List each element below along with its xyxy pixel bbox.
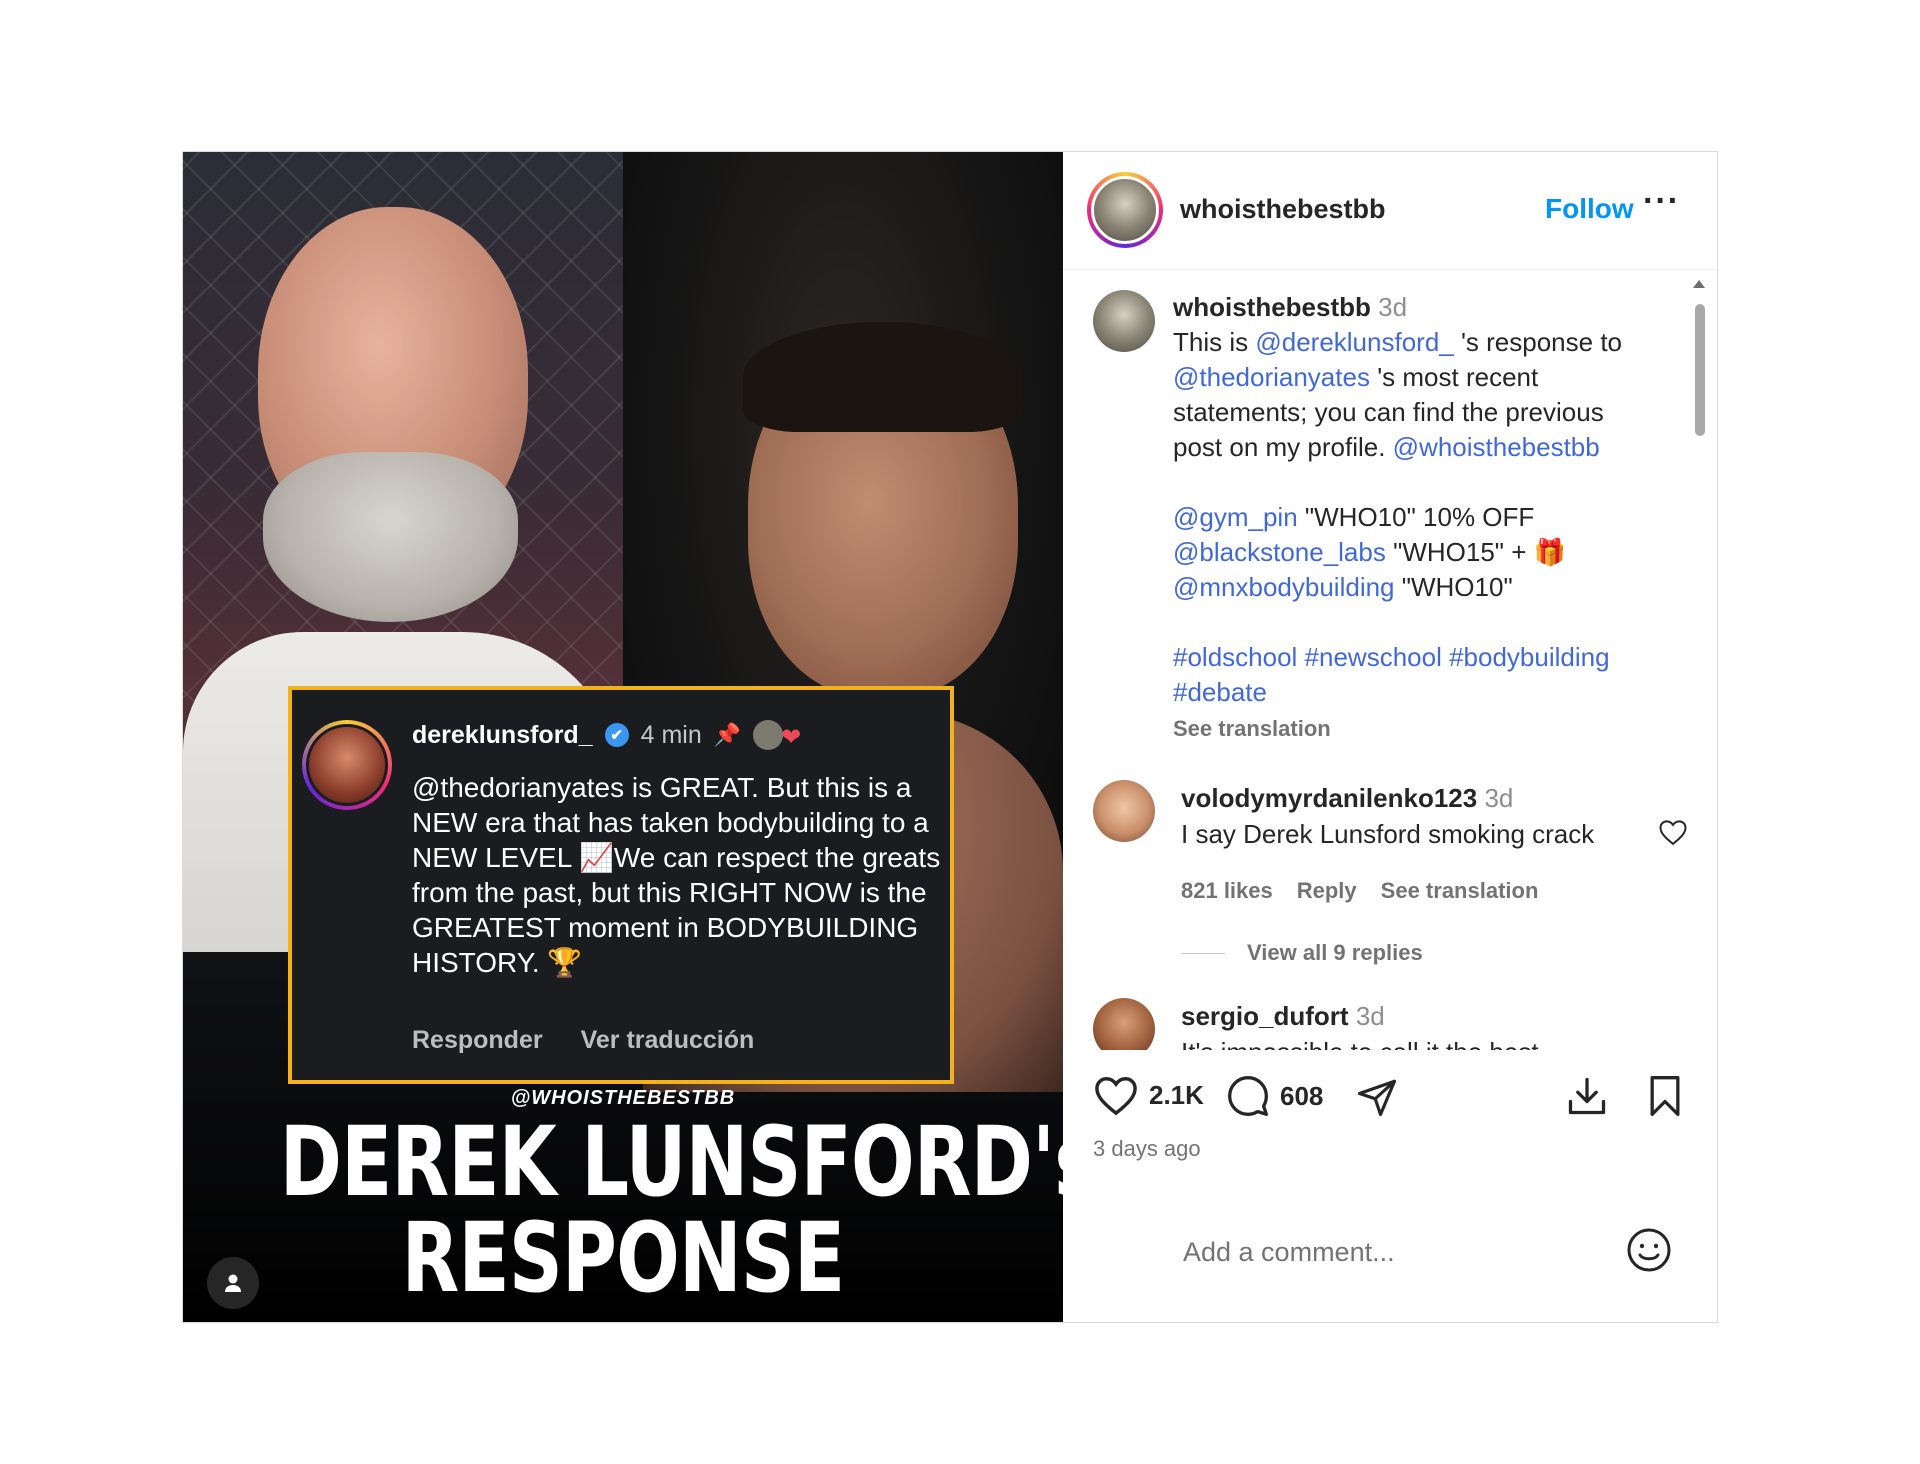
headline-line-1: DEREK LUNSFORD's bbox=[279, 1106, 1063, 1218]
like-group: 2.1K bbox=[1093, 1074, 1204, 1116]
emoji-button[interactable] bbox=[1625, 1226, 1673, 1279]
caption-avatar[interactable] bbox=[1093, 290, 1155, 352]
comment-count[interactable]: 608 bbox=[1280, 1081, 1323, 1112]
scroll-up-arrow-icon[interactable] bbox=[1693, 280, 1705, 288]
overlay-comment-text: @thedorianyates is GREAT. But this is a … bbox=[412, 772, 941, 978]
pin-icon: 📌 bbox=[713, 722, 742, 747]
overlay-reply-label: Responder bbox=[412, 1026, 543, 1054]
promo-handle-link[interactable]: @blackstone_labs bbox=[1173, 537, 1386, 567]
header-avatar[interactable] bbox=[1087, 172, 1163, 248]
caption-username[interactable]: whoisthebestbb bbox=[1173, 292, 1371, 322]
headline: DEREK LUNSFORD's RESPONSE bbox=[279, 1106, 1063, 1314]
share-paper-plane-icon bbox=[1357, 1079, 1397, 1117]
mention-link[interactable]: @dereklunsford_ bbox=[1255, 327, 1453, 357]
promo-handle-link[interactable]: @gym_pin bbox=[1173, 502, 1298, 532]
person-right-hair bbox=[743, 322, 1023, 432]
bookmark-icon bbox=[1650, 1076, 1680, 1116]
share-button[interactable] bbox=[1355, 1076, 1399, 1118]
save-button[interactable] bbox=[1645, 1074, 1685, 1118]
view-replies-label: View all 9 replies bbox=[1247, 940, 1423, 965]
comment-text: I say Derek Lunsford smoking crack bbox=[1181, 819, 1595, 849]
promo-text: "WHO10" bbox=[1394, 572, 1513, 602]
comment-username[interactable]: volodymyrdanilenko123 bbox=[1181, 783, 1477, 813]
comment-bubble-icon bbox=[1228, 1076, 1268, 1116]
headline-line-2: RESPONSE bbox=[401, 1202, 846, 1314]
post-container: dereklunsford_ ✔ 4 min 📌 ❤ @thedorianyat… bbox=[182, 151, 1718, 1323]
caption-time: 3d bbox=[1378, 292, 1408, 322]
comment-time: 3d bbox=[1484, 783, 1514, 813]
promo-handle-link[interactable]: @mnxbodybuilding bbox=[1173, 572, 1395, 602]
comment-time: 3d bbox=[1355, 1001, 1385, 1031]
caption-see-translation[interactable]: See translation bbox=[1173, 716, 1331, 741]
comment-likes[interactable]: 821 likes bbox=[1181, 878, 1273, 904]
scrollbar-thumb[interactable] bbox=[1695, 304, 1705, 436]
mention-link[interactable]: @thedorianyates bbox=[1173, 362, 1370, 392]
heart-icon: ❤ bbox=[781, 723, 802, 751]
comment-text: It's impossible to call it the best bbox=[1181, 1037, 1539, 1050]
emoji-smiley-icon bbox=[1627, 1228, 1671, 1272]
comment-username[interactable]: sergio_dufort bbox=[1181, 1001, 1349, 1031]
overlay-comment-header: dereklunsford_ ✔ 4 min 📌 ❤ bbox=[412, 720, 815, 751]
overlay-comment-card: dereklunsford_ ✔ 4 min 📌 ❤ @thedorianyat… bbox=[288, 686, 954, 1084]
comment-reply-button[interactable]: Reply bbox=[1297, 878, 1357, 904]
mention-link[interactable]: @whoisthebestbb bbox=[1393, 432, 1600, 462]
like-button[interactable] bbox=[1093, 1074, 1139, 1116]
replies-divider bbox=[1181, 952, 1225, 954]
comment-group: 608 bbox=[1226, 1074, 1323, 1118]
comment-like-button[interactable] bbox=[1658, 818, 1688, 854]
comment-text-block: volodymyrdanilenko123 3d I say Derek Lun… bbox=[1181, 780, 1621, 852]
heart-outline-icon bbox=[1659, 820, 1687, 846]
promo-text: "WHO15" + 🎁 bbox=[1385, 537, 1567, 567]
post-header: whoisthebestbb Follow ··· bbox=[1063, 152, 1717, 270]
creator-liked-avatar bbox=[753, 720, 784, 750]
overlay-comment-time: 4 min bbox=[640, 720, 702, 749]
comment-see-translation[interactable]: See translation bbox=[1381, 878, 1539, 904]
overlay-translate-label: Ver traducción bbox=[580, 1026, 755, 1054]
comment-avatar[interactable] bbox=[1093, 780, 1155, 842]
post-side-panel: whoisthebestbb Follow ··· whoisthebestbb… bbox=[1063, 152, 1717, 1322]
follow-button[interactable]: Follow bbox=[1545, 193, 1634, 225]
caption-text-prefix: This is bbox=[1173, 327, 1256, 357]
person-icon bbox=[225, 1274, 241, 1292]
overlay-comment-username: dereklunsford_ bbox=[412, 720, 593, 749]
heart-icon bbox=[1095, 1077, 1137, 1116]
download-icon bbox=[1568, 1077, 1606, 1115]
hashtags-link[interactable]: #oldschool #newschool #bodybuilding #deb… bbox=[1173, 642, 1610, 707]
comment-text-block: sergio_dufort 3d It's impossible to call… bbox=[1181, 998, 1621, 1050]
verified-badge-icon: ✔ bbox=[604, 723, 629, 747]
comment-button[interactable] bbox=[1226, 1074, 1270, 1118]
post-media[interactable]: dereklunsford_ ✔ 4 min 📌 ❤ @thedorianyat… bbox=[183, 152, 1063, 1322]
add-comment-input[interactable] bbox=[1181, 1228, 1605, 1276]
download-button[interactable] bbox=[1565, 1074, 1609, 1118]
tagged-people-button[interactable] bbox=[207, 1257, 259, 1309]
like-count[interactable]: 2.1K bbox=[1149, 1080, 1204, 1111]
more-options-button[interactable]: ··· bbox=[1643, 182, 1680, 221]
view-replies-button[interactable]: View all 9 replies bbox=[1181, 940, 1423, 966]
caption-text-mid1: 's response to bbox=[1453, 327, 1623, 357]
add-comment-bar bbox=[1063, 1182, 1717, 1323]
person-left-beard bbox=[263, 452, 518, 622]
comment-avatar[interactable] bbox=[1093, 998, 1155, 1050]
header-username[interactable]: whoisthebestbb bbox=[1180, 194, 1386, 225]
promo-text: "WHO10" 10% OFF bbox=[1297, 502, 1535, 532]
overlay-comment-actions: Responder Ver traducción bbox=[412, 1026, 754, 1055]
overlay-comment-avatar bbox=[302, 720, 392, 810]
comments-scroll-area[interactable]: whoisthebestbb 3d This is @dereklunsford… bbox=[1063, 270, 1717, 1050]
comments-scrollbar[interactable] bbox=[1693, 280, 1705, 1050]
comment-actions: 821 likes Reply See translation bbox=[1181, 878, 1538, 904]
post-timestamp: 3 days ago bbox=[1093, 1136, 1201, 1161]
caption-text: whoisthebestbb 3d This is @dereklunsford… bbox=[1173, 290, 1653, 746]
